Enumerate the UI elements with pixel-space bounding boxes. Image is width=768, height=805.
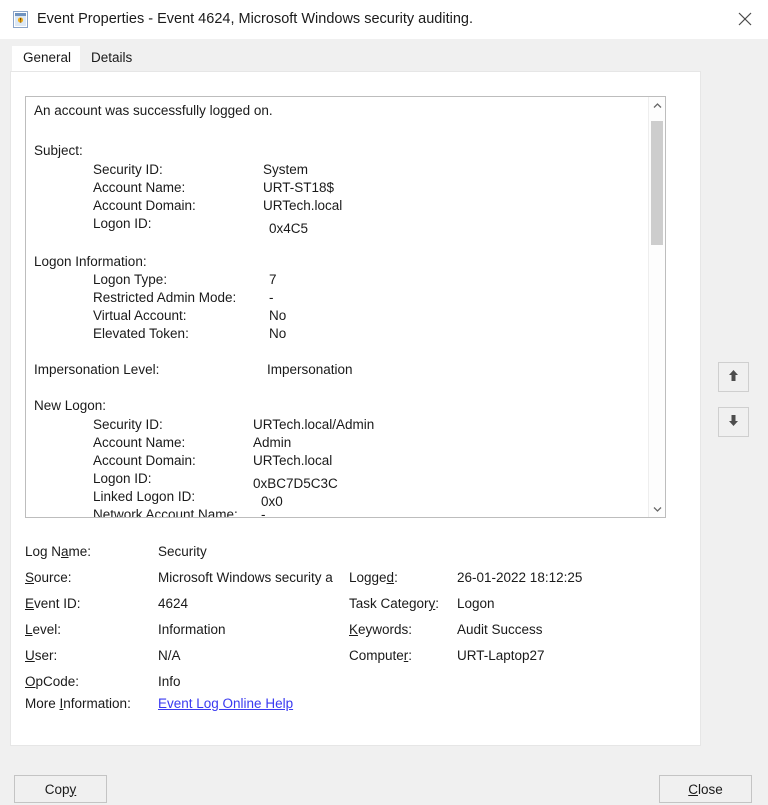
meta-value-level: Information (158, 622, 344, 637)
row-value: No (269, 308, 286, 323)
meta-label-logged: Logged: (349, 570, 398, 585)
meta-label-source: Source: (25, 570, 72, 585)
row-label: Network Account Name: (93, 507, 238, 517)
row-label: Elevated Token: (93, 326, 189, 341)
row-label: Account Name: (93, 435, 185, 450)
close-button[interactable]: Close (659, 775, 752, 803)
tab-strip: General Details (0, 39, 768, 71)
row-value: 7 (269, 272, 277, 287)
next-event-button[interactable] (718, 407, 749, 437)
section-heading-impersonation-level: Impersonation Level: (34, 362, 159, 377)
row-label: Security ID: (93, 162, 163, 177)
meta-value-logged: 26-01-2022 18:12:25 (457, 570, 582, 585)
row-value: - (269, 290, 274, 305)
row-label: Account Domain: (93, 453, 196, 468)
event-log-online-help-link[interactable]: Event Log Online Help (158, 696, 293, 711)
event-description-content: An account was successfully logged on. S… (26, 97, 646, 517)
meta-label-more-information: More Information: (25, 696, 131, 711)
close-icon[interactable] (721, 0, 768, 38)
row-value: URTech.local (253, 453, 332, 468)
row-label: Restricted Admin Mode: (93, 290, 236, 305)
chevron-down-icon[interactable] (649, 500, 665, 517)
meta-value-event-id: 4624 (158, 596, 344, 611)
window-title: Event Properties - Event 4624, Microsoft… (37, 11, 473, 27)
title-bar: Event Properties - Event 4624, Microsoft… (0, 0, 768, 40)
scrollbar-thumb[interactable] (651, 121, 663, 245)
chevron-up-icon[interactable] (649, 97, 665, 114)
row-label: Logon ID: (93, 471, 152, 486)
row-value: Admin (253, 435, 291, 450)
row-value: URT-ST18$ (263, 180, 334, 195)
row-value: URTech.local/Admin (253, 417, 374, 432)
meta-label-log-name: Log Name: (25, 544, 91, 559)
meta-label-task-category: Task Category: (349, 596, 439, 611)
impersonation-level-value: Impersonation (267, 362, 353, 377)
meta-label-event-id: Event ID: (25, 596, 81, 611)
section-heading-subject: Subject: (34, 143, 83, 158)
row-label: Linked Logon ID: (93, 489, 195, 504)
section-heading-new-logon: New Logon: (34, 398, 106, 413)
copy-button[interactable]: Copy (14, 775, 107, 803)
event-description-box[interactable]: An account was successfully logged on. S… (25, 96, 666, 518)
row-value: 0x4C5 (269, 221, 308, 236)
meta-label-computer: Computer: (349, 648, 412, 663)
meta-value-computer: URT-Laptop27 (457, 648, 545, 663)
meta-value-source: Microsoft Windows security a (158, 570, 344, 585)
row-value: No (269, 326, 286, 341)
meta-value-opcode: Info (158, 674, 344, 689)
row-value: - (261, 507, 266, 517)
row-label: Account Domain: (93, 198, 196, 213)
arrow-up-icon (726, 368, 741, 386)
section-heading-logon-information: Logon Information: (34, 254, 147, 269)
meta-value-user: N/A (158, 648, 344, 663)
row-label: Logon ID: (93, 216, 152, 231)
meta-value-log-name: Security (158, 544, 344, 559)
meta-label-keywords: Keywords: (349, 622, 412, 637)
row-value: 0xBC7D5C3C (253, 476, 338, 491)
description-headline: An account was successfully logged on. (34, 103, 273, 118)
meta-label-level: Level: (25, 622, 61, 637)
event-log-icon (13, 11, 28, 28)
vertical-scrollbar[interactable] (648, 97, 665, 517)
row-label: Logon Type: (93, 272, 167, 287)
row-label: Account Name: (93, 180, 185, 195)
arrow-down-icon (726, 413, 741, 431)
row-label: Virtual Account: (93, 308, 187, 323)
row-value: URTech.local (263, 198, 342, 213)
meta-value-task-category: Logon (457, 596, 495, 611)
meta-value-keywords: Audit Success (457, 622, 543, 637)
row-label: Security ID: (93, 417, 163, 432)
meta-label-user: User: (25, 648, 57, 663)
tab-general[interactable]: General (12, 46, 82, 71)
previous-event-button[interactable] (718, 362, 749, 392)
tab-details[interactable]: Details (80, 46, 143, 71)
meta-label-opcode: OpCode: (25, 674, 79, 689)
row-value: System (263, 162, 308, 177)
